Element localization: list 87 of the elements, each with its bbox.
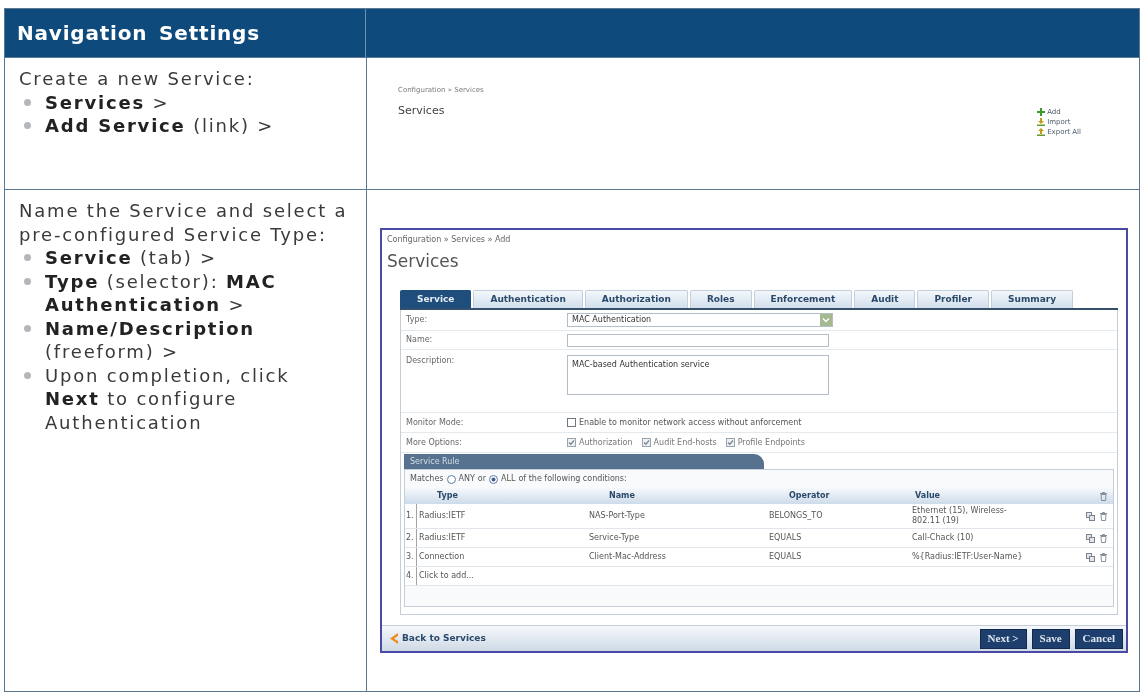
checkbox[interactable] <box>567 438 576 447</box>
table-cell-text: NAS-Port-Type <box>589 510 646 522</box>
upload-icon <box>1037 128 1046 136</box>
table-cell-text: Radius:IETF <box>418 532 467 544</box>
table-cell-text: Radius:IETF <box>418 510 467 522</box>
column-header: Value <box>914 490 941 502</box>
bullet-text: Service (tab) > <box>45 246 218 270</box>
radio-label: ALL <box>501 473 516 485</box>
tab[interactable]: Enforcement <box>753 290 853 308</box>
form-button[interactable]: Cancel <box>1074 628 1123 649</box>
bullet-text: Services > <box>45 90 171 114</box>
tab[interactable]: Service <box>400 290 472 308</box>
table-cell-text: %{Radius:IETF:User-Name} <box>912 551 1024 563</box>
row-number: 3. <box>405 548 417 566</box>
table-cell-text: Call-Chack (10) <box>912 532 975 544</box>
type-select[interactable]: MAC Authentication <box>567 313 833 327</box>
radio-button[interactable] <box>489 474 499 484</box>
tab[interactable]: Summary <box>991 290 1074 308</box>
bullet-icon <box>24 277 31 285</box>
table-cell-text: Client-Mac-Address <box>589 551 667 563</box>
tab[interactable]: Audit <box>854 290 916 308</box>
conditions-text: of the following conditions: <box>518 473 627 485</box>
table-cell-text: EQUALS <box>769 551 803 563</box>
step-intro: Name the Service and select a pre-configured Service Type: <box>19 199 349 246</box>
chevron-left-icon <box>390 633 399 644</box>
field-label: Monitor Mode: <box>405 416 465 429</box>
column-header: Operator <box>788 490 831 502</box>
header-title: Navigation Settings <box>17 20 260 47</box>
table-cell-text: BELONGS_TO <box>769 510 824 522</box>
checkbox-label: Enable to monitor network access without anforcement <box>579 416 802 429</box>
field-label: Type: <box>405 314 429 326</box>
bullet-text: Upon completion, click Next to configure Authentication <box>45 363 291 434</box>
tab[interactable]: Authorization <box>584 290 688 308</box>
step-intro: Create a new Service: <box>19 67 256 91</box>
section-header: Service Rule <box>404 454 764 469</box>
back-link[interactable]: Back to Services <box>390 631 486 646</box>
row-number: 4. <box>405 567 417 585</box>
trash-icon[interactable] <box>1100 511 1107 521</box>
bullet-text: Add Service (link) > <box>45 114 276 138</box>
checkbox[interactable] <box>567 418 576 427</box>
bullet-icon <box>24 98 31 106</box>
field-label: More Options: <box>405 436 463 449</box>
text-input-field[interactable] <box>567 333 829 347</box>
textarea-field[interactable]: MAC-based Authentication service <box>567 355 829 395</box>
radio-label: ANY <box>458 473 475 485</box>
row-number: 2. <box>405 529 417 547</box>
table-cell-text: Ethernet (15), Wireless-802.11 (19) <box>912 505 1008 527</box>
checkbox-label: Audit End-hosts <box>653 436 717 449</box>
bullet-text: Type (selector): MAC Authentication > <box>45 269 278 317</box>
form-button[interactable]: Save <box>1031 628 1070 649</box>
copy-icon[interactable] <box>1086 511 1095 521</box>
bullet-icon <box>24 324 31 332</box>
matches-label: Matches <box>410 473 444 485</box>
trash-icon[interactable] <box>1100 552 1107 562</box>
trash-icon[interactable] <box>1100 491 1107 501</box>
table-cell-text: Service-Type <box>589 532 641 544</box>
tab[interactable]: Authentication <box>473 290 583 308</box>
column-header: Type <box>436 490 459 502</box>
radio-button[interactable] <box>446 474 456 484</box>
bullet-icon <box>24 254 31 262</box>
add-condition-link[interactable]: Click to add... <box>417 570 769 582</box>
row-number: 1. <box>405 504 417 528</box>
bullet-icon <box>24 122 31 130</box>
form-button[interactable]: Next > <box>979 628 1027 649</box>
table-cell-text: EQUALS <box>769 532 803 544</box>
copy-icon[interactable] <box>1086 533 1095 543</box>
page-title: Services <box>398 104 446 117</box>
tab[interactable]: Roles <box>689 290 752 308</box>
download-icon <box>1037 118 1046 126</box>
trash-icon[interactable] <box>1100 533 1107 543</box>
table-cell-text: Connection <box>418 551 466 563</box>
checkbox-label: Profile Endpoints <box>737 436 805 449</box>
field-label: Name: <box>405 334 434 346</box>
tab[interactable]: Profiler <box>917 290 989 308</box>
copy-icon[interactable] <box>1086 552 1095 562</box>
bullet-text: Name/Description (freeform) > <box>45 316 256 364</box>
checkbox-label: Authorization <box>579 436 633 449</box>
caret-icon <box>820 314 832 326</box>
checkbox[interactable] <box>641 438 651 447</box>
checkbox[interactable] <box>725 438 735 447</box>
page-title: Services <box>387 250 460 272</box>
connector-text: or <box>477 473 487 485</box>
column-header: Name <box>608 490 636 502</box>
plus-icon <box>1037 108 1046 116</box>
field-label: Description: <box>405 355 456 367</box>
breadcrumb: Configuration » Services » Add <box>387 235 512 245</box>
bullet-icon <box>24 371 31 379</box>
